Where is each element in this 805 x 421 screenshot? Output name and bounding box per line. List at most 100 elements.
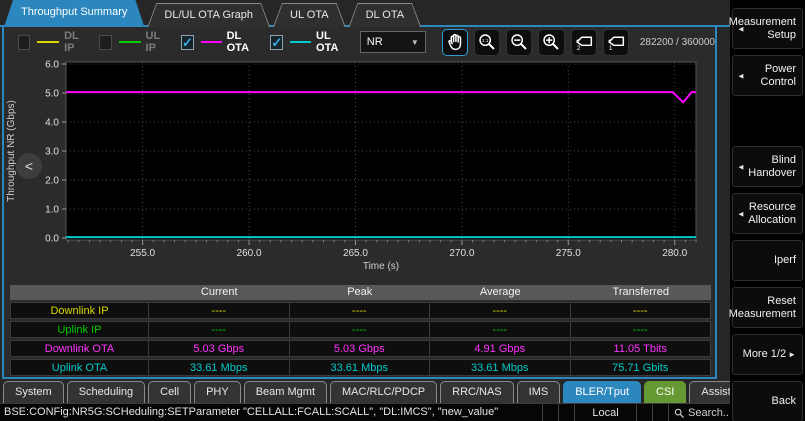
- power-control-button[interactable]: ◄PowerControl: [732, 55, 803, 96]
- marker-1-button[interactable]: 1: [603, 29, 629, 56]
- more-button[interactable]: More 1/2►: [732, 334, 803, 375]
- technology-dropdown[interactable]: NR▼: [360, 31, 426, 53]
- legend-label: DL OTA: [227, 30, 258, 54]
- softkey-label-line: Blind: [772, 154, 796, 167]
- svg-text:0.0: 0.0: [45, 234, 59, 245]
- svg-text:270.0: 270.0: [449, 248, 474, 259]
- back-button[interactable]: Back: [732, 381, 803, 421]
- tab-label: UL OTA: [273, 3, 346, 27]
- marker-2-button[interactable]: 2: [571, 29, 597, 56]
- softkey-label-line: Iperf: [774, 254, 796, 267]
- tab-label: DL/UL OTA Graph: [147, 3, 270, 27]
- table-value-cell: ----: [430, 302, 571, 319]
- row-label: Uplink OTA: [10, 359, 149, 376]
- svg-text:1:1: 1:1: [482, 38, 489, 44]
- dl-ip-checkbox[interactable]: [18, 35, 30, 50]
- tab-system[interactable]: System: [3, 381, 64, 403]
- triangle-left-icon: ◄: [737, 207, 745, 220]
- tab-csi[interactable]: CSI: [644, 381, 686, 403]
- tab-dl-ul-ota-graph[interactable]: DL/UL OTA Graph: [147, 3, 270, 27]
- table-row-uplink-ota: Uplink OTA33.61 Mbps33.61 Mbps33.61 Mbps…: [10, 359, 711, 376]
- table-header-cell: Average: [430, 285, 571, 300]
- table-header-row: CurrentPeakAverageTransferred: [10, 285, 711, 300]
- tab-ims[interactable]: IMS: [517, 381, 561, 403]
- marker-2-icon: 2: [573, 31, 595, 53]
- measurement-setup-button[interactable]: ◄MeasurementSetup: [732, 8, 803, 49]
- row-label: Downlink IP: [10, 302, 149, 319]
- scpi-command-text: BSE:CONFig:NR5G:SCHeduling:SETParameter …: [0, 404, 542, 421]
- table-row-downlink-ip: Downlink IP----------------: [10, 302, 711, 319]
- tab-rrc-nas[interactable]: RRC/NAS: [440, 381, 514, 403]
- table-value-cell: 5.03 Gbps: [290, 340, 431, 357]
- tab-cell[interactable]: Cell: [148, 381, 191, 403]
- row-label: Uplink IP: [10, 321, 149, 338]
- tab-scheduling[interactable]: Scheduling: [67, 381, 145, 403]
- svg-text:Throughput NR (Gbps): Throughput NR (Gbps): [6, 100, 17, 202]
- ul-ota-checkbox[interactable]: ✓: [270, 35, 283, 50]
- tab-dl-ota[interactable]: DL OTA: [349, 3, 422, 27]
- sample-counter: 282200 / 360000: [640, 37, 715, 48]
- table-value-cell: ----: [430, 321, 571, 338]
- softkey-panel: ◄MeasurementSetup◄PowerControl◄BlindHand…: [730, 0, 805, 421]
- status-mode-indicator: Local: [574, 404, 636, 421]
- dl-ota-checkbox[interactable]: ✓: [181, 35, 194, 50]
- pan-button[interactable]: [442, 29, 468, 56]
- checkmark-icon: ✓: [271, 36, 282, 49]
- svg-text:6.0: 6.0: [45, 60, 59, 71]
- iperf-button[interactable]: Iperf: [732, 240, 803, 281]
- tab-label: Throughput Summary: [4, 0, 144, 25]
- legend-label: DL IP: [64, 30, 86, 54]
- app-window: Throughput SummaryDL/UL OTA GraphUL OTAD…: [0, 0, 805, 421]
- series-color-swatch: [201, 41, 222, 43]
- search-icon: [674, 408, 684, 418]
- status-cell-empty-4: [652, 404, 668, 421]
- legend-label: UL IP: [146, 30, 168, 54]
- tab-throughput-summary[interactable]: Throughput Summary: [4, 0, 144, 27]
- status-cell-empty-3: [636, 404, 652, 421]
- svg-text:280.0: 280.0: [662, 248, 687, 259]
- svg-text:265.0: 265.0: [343, 248, 368, 259]
- table-value-cell: ----: [571, 321, 712, 338]
- table-header-cell: Peak: [290, 285, 431, 300]
- collapse-panel-handle[interactable]: <: [16, 153, 42, 179]
- softkey-label-line: Resource: [749, 201, 796, 214]
- softkey-label-line: Handover: [748, 167, 796, 180]
- tab-beam-mgmt[interactable]: Beam Mgmt: [244, 381, 327, 403]
- zoom-in-button[interactable]: [538, 29, 564, 56]
- table-row-downlink-ota: Downlink OTA5.03 Gbps5.03 Gbps4.91 Gbps1…: [10, 340, 711, 357]
- svg-text:1: 1: [609, 45, 613, 52]
- table-value-cell: 4.91 Gbps: [430, 340, 571, 357]
- table-value-cell: ----: [149, 302, 290, 319]
- softkey-spacer: [732, 102, 803, 146]
- resource-allocation-button[interactable]: ◄ResourceAllocation: [732, 193, 803, 234]
- softkey-label-line: Back: [772, 395, 796, 408]
- ul-ip-checkbox[interactable]: [99, 35, 111, 50]
- status-cell-empty-1: [542, 404, 558, 421]
- tab-label: DL OTA: [349, 3, 422, 27]
- table-header-cell: Transferred: [571, 285, 712, 300]
- zoom-out-button[interactable]: [506, 29, 532, 56]
- table-value-cell: 75.71 Gbits: [571, 359, 712, 376]
- blind-handover-button[interactable]: ◄BlindHandover: [732, 146, 803, 187]
- svg-text:260.0: 260.0: [237, 248, 262, 259]
- throughput-chart[interactable]: 0.01.02.03.04.05.06.0255.0260.0265.0270.…: [4, 57, 715, 285]
- search-input[interactable]: Search...: [668, 404, 730, 421]
- tab-mac-rlc-pdcp[interactable]: MAC/RLC/PDCP: [330, 381, 437, 403]
- reset-measurement-button[interactable]: ResetMeasurement: [732, 287, 803, 328]
- softkey-label-line: Setup: [767, 29, 796, 42]
- status-bar: BSE:CONFig:NR5G:SCHeduling:SETParameter …: [0, 403, 730, 421]
- softkey-label-line: Reset: [767, 295, 796, 308]
- zoom-fit-button[interactable]: 1:1: [474, 29, 500, 56]
- content-panel: DL IPUL IP✓DL OTA✓UL OTANR▼1:121282200 /…: [2, 27, 717, 379]
- top-tab-bar: Throughput SummaryDL/UL OTA GraphUL OTAD…: [0, 0, 730, 27]
- chart-area[interactable]: 0.01.02.03.04.05.06.0255.0260.0265.0270.…: [4, 57, 715, 285]
- table-value-cell: 33.61 Mbps: [290, 359, 431, 376]
- legend-item-ul-ip: UL IP: [99, 30, 167, 54]
- softkey-label-line: Control: [761, 76, 796, 89]
- softkey-label-line: More 1/2: [743, 348, 786, 360]
- tab-phy[interactable]: PHY: [194, 381, 241, 403]
- zoom-out-icon: [508, 31, 530, 53]
- bottom-tab-bar: SystemSchedulingCellPHYBeam MgmtMAC/RLC/…: [0, 379, 730, 403]
- tab-bler-tput[interactable]: BLER/Tput: [563, 381, 641, 403]
- tab-ul-ota[interactable]: UL OTA: [273, 3, 346, 27]
